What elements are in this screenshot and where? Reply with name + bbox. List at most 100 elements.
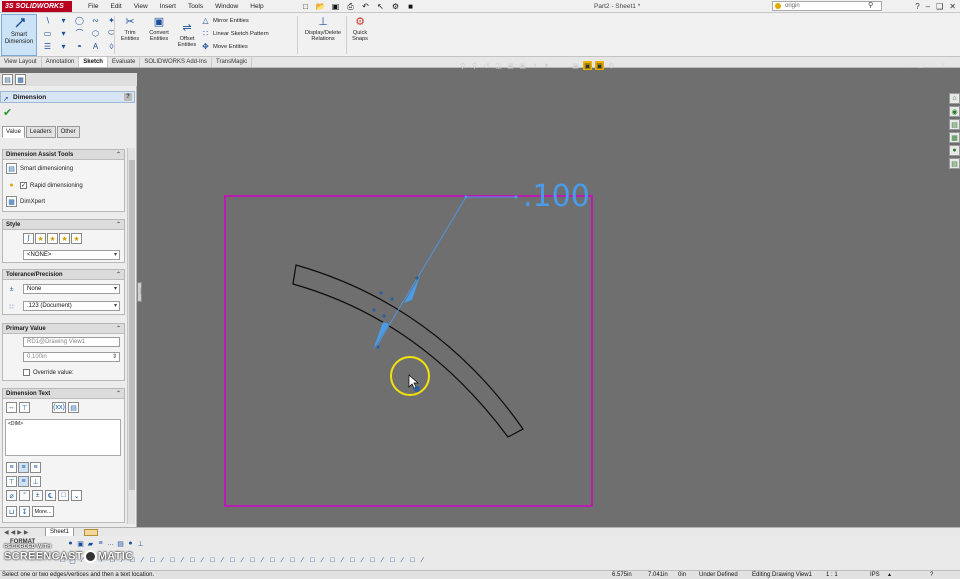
tool-icon[interactable]: ∕ (338, 556, 347, 565)
override-value-option[interactable]: Override value: (23, 369, 74, 376)
convert-entities-button[interactable]: ▣ Convert Entities (145, 15, 173, 43)
options-icon[interactable]: ■ (405, 1, 416, 12)
tool-icon[interactable]: □ (348, 556, 357, 565)
line-icon[interactable]: ∖ (41, 15, 54, 25)
plus-minus-icon[interactable]: ± (32, 490, 43, 501)
rebuild-icon[interactable]: ⚙ (390, 1, 401, 12)
menu-file[interactable]: File (82, 0, 104, 13)
collapse-icon[interactable]: ⌃ (116, 150, 121, 160)
menu-tools[interactable]: Tools (182, 0, 209, 13)
center-dimension-icon[interactable]: ⊤ (19, 402, 30, 413)
offset-entities-button[interactable]: ⇌ Offset Entities (175, 21, 199, 49)
feature-tree-tab-icon[interactable]: ▤ (2, 74, 13, 85)
dimension-text-box[interactable]: <DIM> (5, 419, 121, 456)
viewport-close-icon[interactable]: ✕ (940, 61, 946, 69)
slot-icon[interactable]: ☰ (41, 41, 54, 51)
tool-icon[interactable]: ∕ (138, 556, 147, 565)
undo-icon[interactable]: ↶ (360, 1, 371, 12)
hide-show-icon[interactable]: ◑ (530, 61, 539, 70)
inspection-icon[interactable]: (xx) (52, 402, 66, 413)
help-icon[interactable]: ? (915, 0, 919, 13)
help-tooltip-icon[interactable]: ? (930, 571, 933, 579)
tab-evaluate[interactable]: Evaluate (108, 57, 141, 67)
align-center-icon[interactable]: ≡ (18, 462, 29, 473)
depth-icon[interactable]: ↧ (19, 506, 30, 517)
view-settings-icon[interactable]: ▣ (583, 61, 592, 70)
update-style-icon[interactable]: ★ (47, 233, 58, 244)
tab-transmagic[interactable]: TransMagic (212, 57, 253, 67)
tool-icon[interactable]: ∕ (298, 556, 307, 565)
apply-style-icon[interactable]: ∫ (23, 233, 34, 244)
tool-icon[interactable]: ∕ (158, 556, 167, 565)
view-palette-icon[interactable]: ▦ (949, 132, 960, 143)
search-icon[interactable]: ⚲ (868, 1, 873, 9)
dimension-assist-header[interactable]: Dimension Assist Tools ⌃ (3, 150, 124, 160)
tool-icon[interactable]: ∕ (198, 556, 207, 565)
dimension-value-text[interactable]: .100 (523, 181, 590, 213)
smart-dimension-button[interactable]: Smart Dimension (1, 14, 37, 56)
display-delete-relations-button[interactable]: ⊥ Display/Delete Relations (300, 15, 346, 43)
centerline-icon[interactable]: ℄ (45, 490, 56, 501)
spinner-icon[interactable]: ⇕ (112, 353, 117, 361)
circle-icon[interactable]: ◯ (73, 15, 86, 25)
collapse-icon[interactable]: ⌃ (116, 270, 121, 280)
tab-solidworks-addins[interactable]: SOLIDWORKS Add-Ins (140, 57, 213, 67)
quick-snaps-button[interactable]: ⚙ Quick Snaps (349, 15, 371, 43)
edit-appearance-icon[interactable]: ● (542, 61, 551, 70)
tab-value[interactable]: Value (2, 126, 25, 138)
tool-icon[interactable]: □ (228, 556, 237, 565)
tool-icon[interactable]: □ (188, 556, 197, 565)
save-style-icon[interactable]: ★ (59, 233, 70, 244)
tool-icon[interactable]: ∕ (358, 556, 367, 565)
dimension-name-field[interactable]: RD1@Drawing View1 (23, 337, 120, 347)
ellipse-icon[interactable]: ⬭ (105, 28, 118, 38)
more-button[interactable]: More... (32, 506, 54, 517)
tool-icon[interactable]: □ (268, 556, 277, 565)
override-value-checkbox[interactable] (23, 369, 30, 376)
tool-icon[interactable]: ∕ (178, 556, 187, 565)
tab-annotation[interactable]: Annotation (42, 57, 80, 67)
tool-icon[interactable]: ∕ (238, 556, 247, 565)
tool-icon[interactable]: ∕ (318, 556, 327, 565)
primary-value-header[interactable]: Primary Value ⌃ (3, 324, 124, 334)
polygon-icon[interactable]: ⬡ (89, 28, 102, 38)
minimize-icon[interactable]: – (926, 0, 930, 13)
fillet-icon[interactable]: ◓ (73, 41, 86, 51)
menu-view[interactable]: View (128, 0, 154, 13)
dimxpert-option[interactable]: ▦ DimXpert (6, 196, 45, 207)
spline-icon[interactable]: ∾ (89, 15, 102, 25)
help-button[interactable]: ? (124, 93, 132, 101)
appearances-icon[interactable]: ● (949, 145, 960, 156)
add-style-icon[interactable]: ★ (35, 233, 46, 244)
scene-icon[interactable]: ▣ (571, 61, 580, 70)
scrollbar-thumb[interactable] (129, 160, 135, 490)
open-icon[interactable]: 📂 (315, 1, 326, 12)
tab-sketch[interactable]: Sketch (79, 57, 108, 67)
style-header[interactable]: Style ⌃ (3, 220, 124, 230)
next-sheet-icon[interactable]: ▶ (17, 529, 22, 536)
prev-sheet-icon[interactable]: ◀ (11, 529, 16, 536)
add-sheet-icon[interactable] (84, 529, 98, 536)
collapse-icon[interactable]: ⌃ (116, 220, 121, 230)
tool-icon[interactable]: □ (248, 556, 257, 565)
section-view-icon[interactable]: ◫ (494, 61, 503, 70)
smart-dimensioning-option[interactable]: ▤ Smart dimensioning (6, 163, 73, 174)
search-input[interactable]: origin (772, 1, 882, 11)
load-style-icon[interactable]: ★ (71, 233, 82, 244)
tool-icon[interactable]: ∕ (418, 556, 427, 565)
render-tools-icon[interactable]: ⚙ (607, 61, 616, 70)
viewport-minimize-icon[interactable]: □ (907, 61, 911, 69)
offset-text-icon[interactable]: ▤ (68, 402, 79, 413)
align-icon[interactable]: ⊥ (136, 539, 145, 548)
diameter-icon[interactable]: ⌀ (6, 490, 17, 501)
tool-icon[interactable]: □ (408, 556, 417, 565)
precision-dropdown[interactable]: .123 (Document) ▾ (23, 301, 120, 311)
tool-icon[interactable]: □ (388, 556, 397, 565)
collapse-icon[interactable]: ⌃ (116, 324, 121, 334)
tolerance-header[interactable]: Tolerance/Precision ⌃ (3, 270, 124, 280)
view-orientation-icon[interactable]: ▣ (506, 61, 515, 70)
tool-icon[interactable]: □ (148, 556, 157, 565)
viewport-tile-icon[interactable]: ❑ (918, 61, 924, 69)
resources-icon[interactable]: ⌂ (949, 93, 960, 104)
status-scale[interactable]: 1 : 1 (826, 571, 838, 579)
